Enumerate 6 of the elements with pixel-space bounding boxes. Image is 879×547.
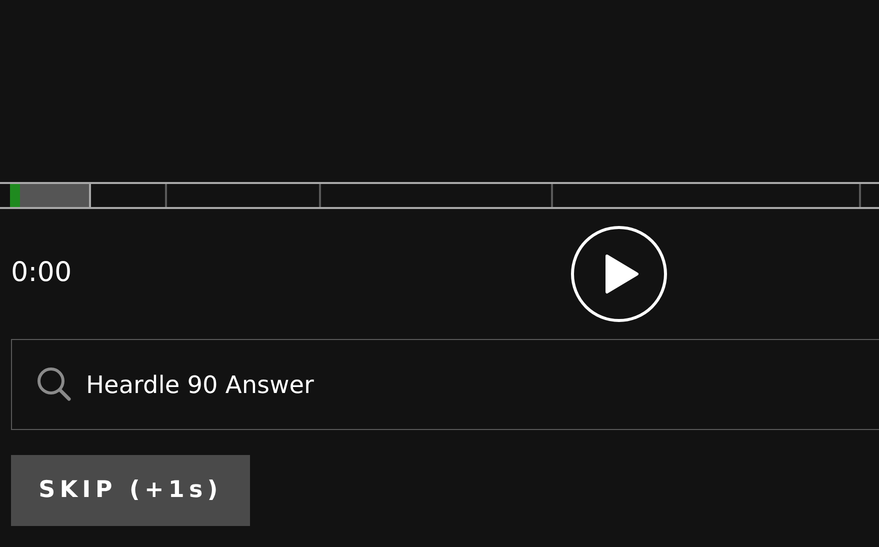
- play-icon: [605, 254, 639, 294]
- time-display: 0:00: [11, 256, 73, 290]
- search-icon: [36, 366, 72, 402]
- skip-button[interactable]: SKIP (+1s): [11, 455, 250, 526]
- search-field[interactable]: Heardle 90 Answer: [11, 339, 879, 430]
- play-button[interactable]: [571, 226, 667, 322]
